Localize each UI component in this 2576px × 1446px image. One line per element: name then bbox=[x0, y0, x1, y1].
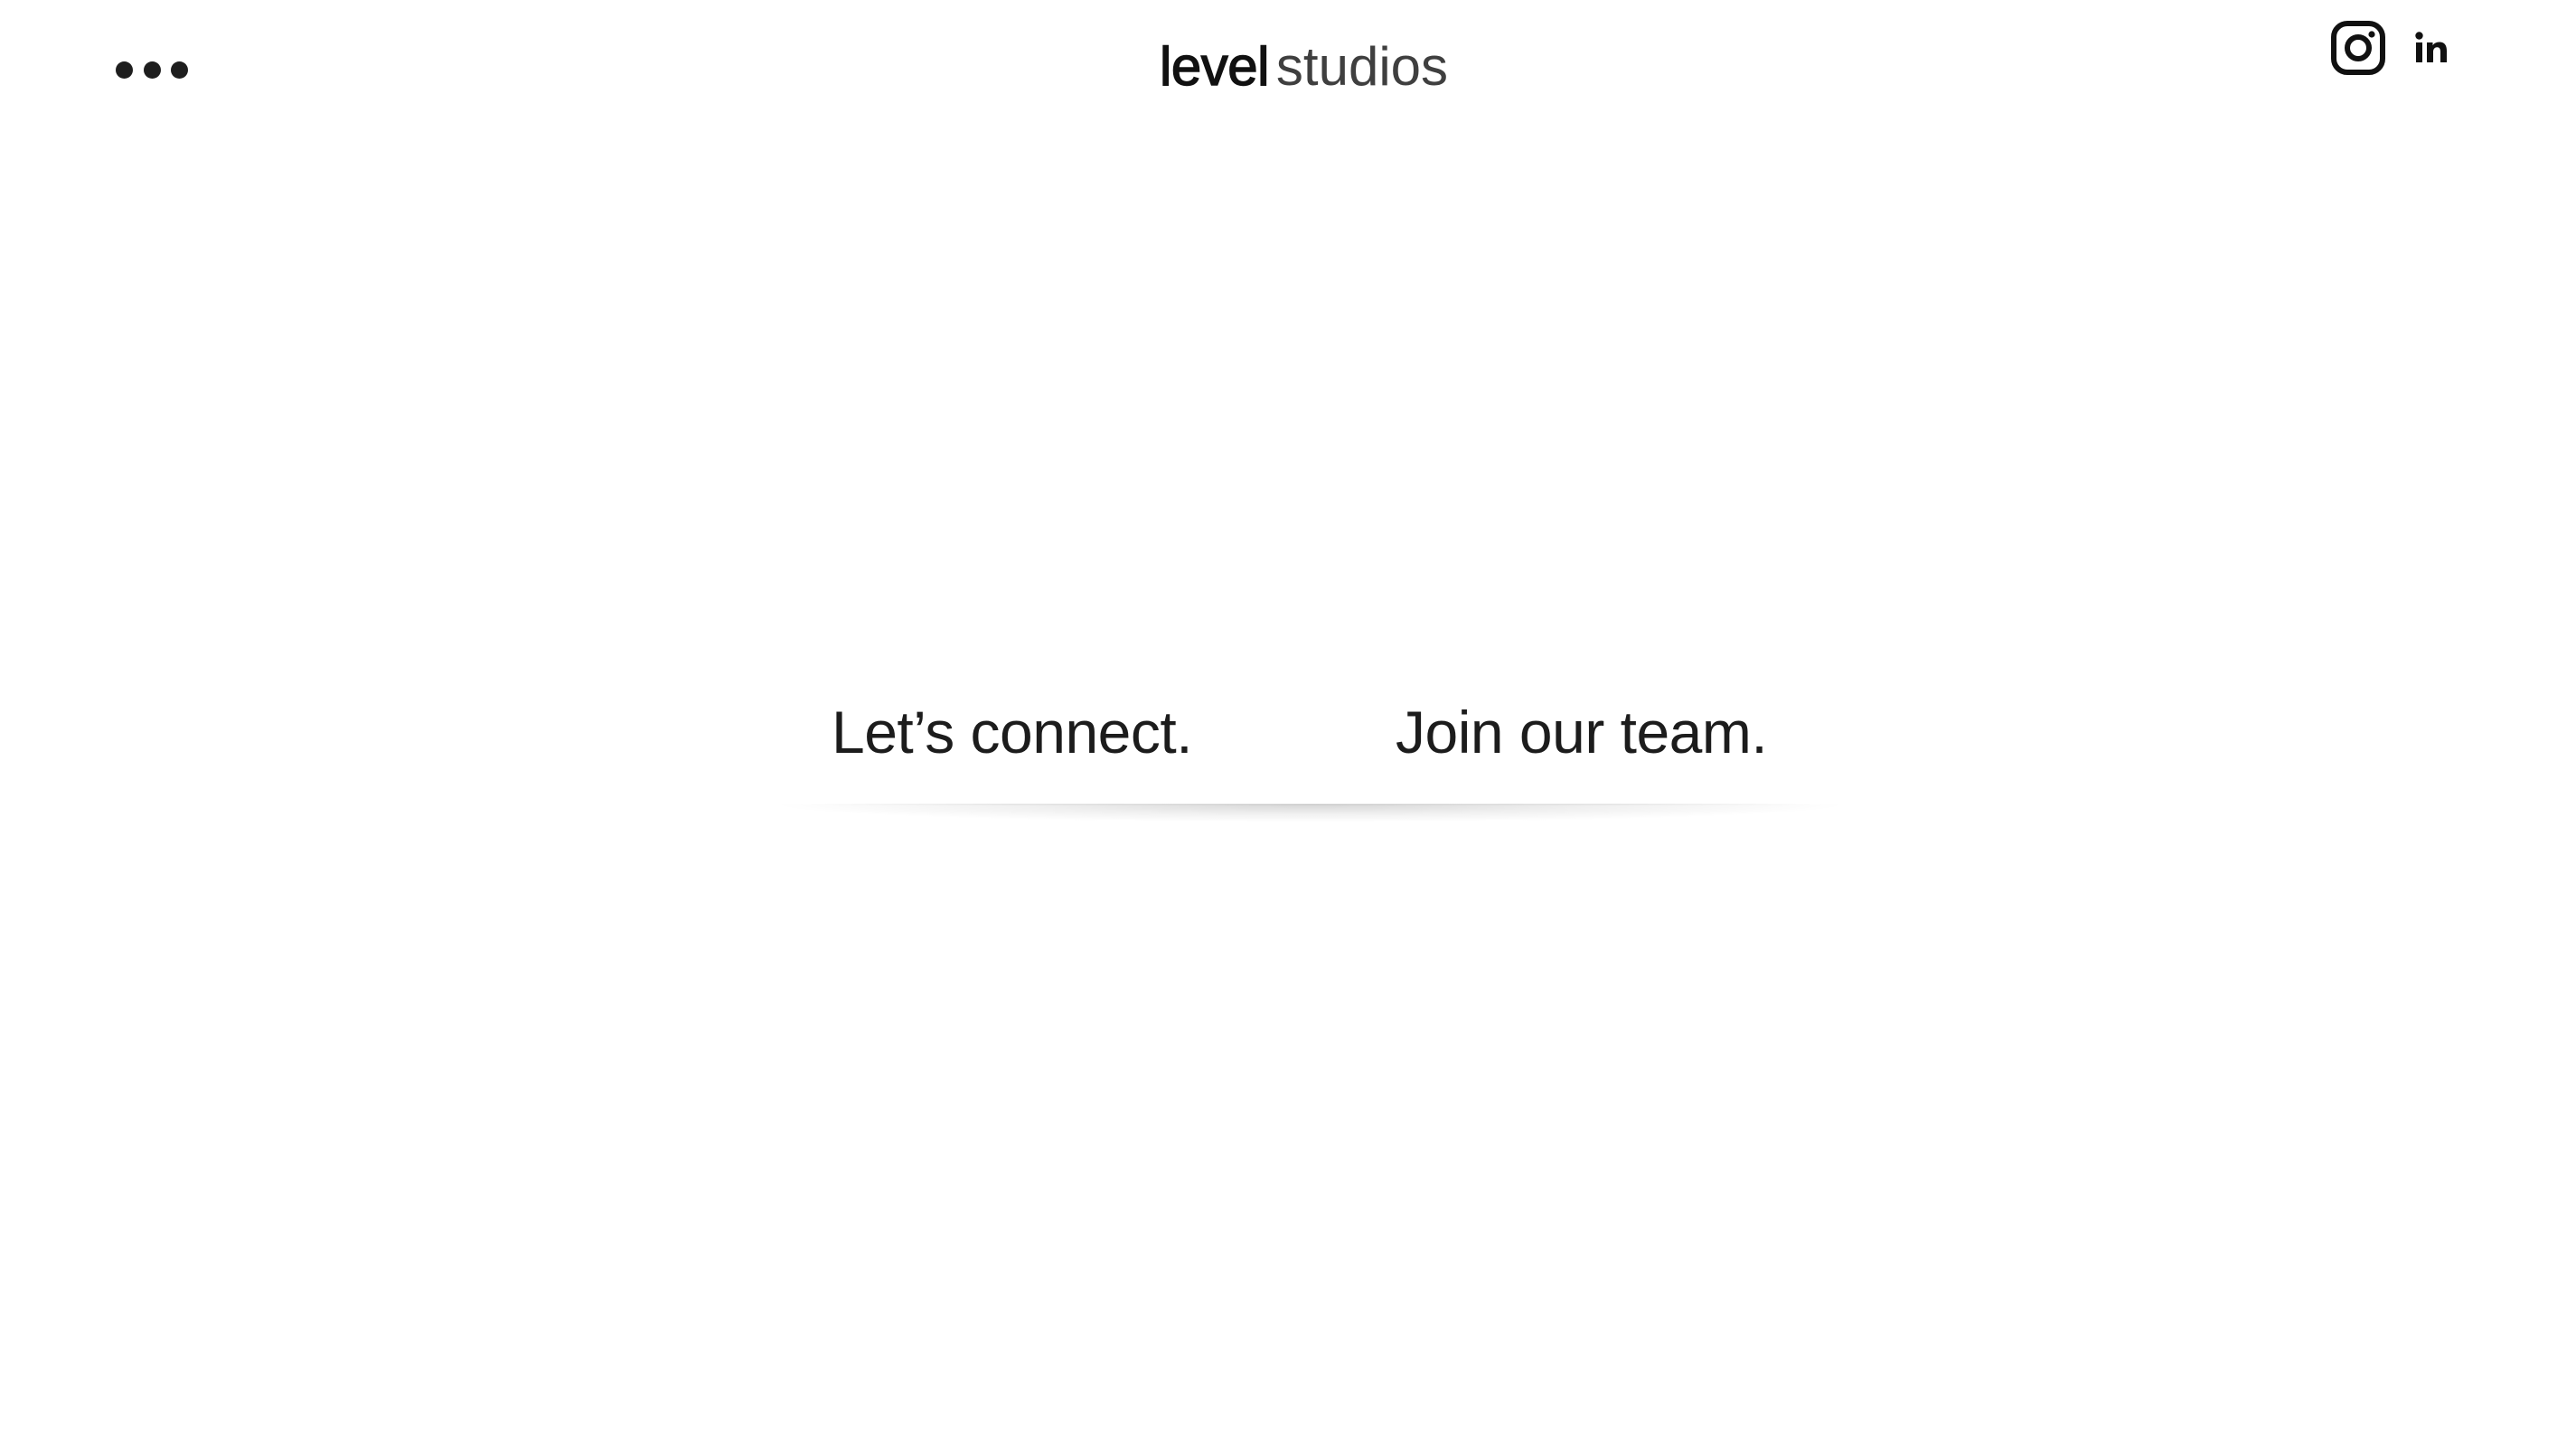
logo-word-studios: studios bbox=[1275, 36, 1449, 97]
menu-dot-icon bbox=[171, 61, 188, 79]
menu-button[interactable] bbox=[116, 54, 188, 85]
logo-word-level: level bbox=[1159, 35, 1270, 97]
lets-connect-link[interactable]: Let’s connect. bbox=[832, 687, 1193, 777]
join-our-team-link[interactable]: Join our team. bbox=[1396, 687, 1768, 777]
instagram-icon[interactable] bbox=[2330, 20, 2386, 80]
menu-dot-icon bbox=[143, 61, 161, 79]
contact-page: level studios Let’s connect. Join our te… bbox=[0, 0, 2576, 1446]
cta-shadow bbox=[768, 804, 1853, 822]
linkedin-icon[interactable] bbox=[2413, 30, 2449, 70]
cta-bar: Let’s connect. Join our team. bbox=[768, 687, 1853, 822]
site-logo[interactable]: level studios bbox=[1159, 31, 1449, 103]
social-links bbox=[2330, 20, 2449, 80]
menu-dot-icon bbox=[116, 61, 133, 79]
